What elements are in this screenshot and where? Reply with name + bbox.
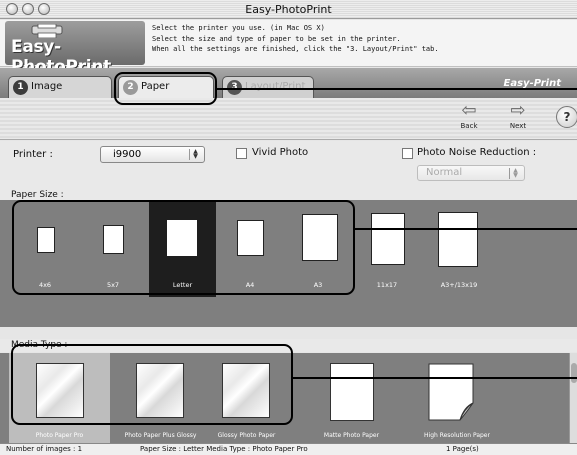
next-button[interactable]: ⇨ Next xyxy=(498,100,538,130)
back-label: Back xyxy=(460,122,478,130)
tab-number: 1 xyxy=(13,80,28,95)
app-window: Easy-PhotoPrint Easy-PhotoPrint Select t… xyxy=(0,0,577,455)
paper-sheet-icon xyxy=(438,212,478,267)
select-stepper-icon: ▲ ▼ xyxy=(189,149,201,160)
callout-paper-size xyxy=(12,200,355,295)
printer-label: Printer : xyxy=(13,149,53,160)
media-type-name: Matte Photo Paper xyxy=(323,432,380,439)
media-type-name: Glossy Photo Paper xyxy=(217,432,276,439)
noise-reduction-label: Photo Noise Reduction : xyxy=(417,147,537,158)
select-stepper-icon: ▲ ▼ xyxy=(509,168,521,179)
next-label: Next xyxy=(509,122,527,130)
vivid-photo-checkbox[interactable] xyxy=(236,148,247,159)
paper-size-name: 11x17 xyxy=(376,281,398,289)
instruction-line: Select the printer you use. (in Mac OS X… xyxy=(152,24,325,32)
media-type-item[interactable]: Matte Photo Paper xyxy=(301,353,402,443)
printer-settings: Printer : i9900 ▲ ▼ Vivid Photo Photo Noi… xyxy=(0,141,577,189)
tab-image-selection[interactable]: 1 Image Selection xyxy=(8,76,112,112)
arrow-left-icon: ⇦ xyxy=(461,100,477,121)
paper-sheet-icon xyxy=(371,213,405,265)
title-bar: Easy-PhotoPrint xyxy=(0,0,577,19)
scrollbar-thumb[interactable] xyxy=(571,363,577,383)
app-header: Easy-PhotoPrint Select the printer you u… xyxy=(0,20,577,77)
back-button[interactable]: ⇦ Back xyxy=(449,100,489,130)
media-type-name: High Resolution Paper xyxy=(424,432,490,439)
tab-label: Layout/Print xyxy=(245,81,306,92)
help-button[interactable]: ? xyxy=(556,106,577,128)
printer-logo-icon xyxy=(31,24,63,38)
instruction-line: Select the size and type of paper to be … xyxy=(152,34,401,43)
status-bar: Number of images : 1 Paper Size : Letter… xyxy=(0,443,577,455)
callout-leader-line xyxy=(293,377,577,379)
arrow-right-icon: ⇨ xyxy=(510,100,526,121)
curled-sheet-icon xyxy=(428,363,474,421)
paper-sheet-icon xyxy=(330,363,374,421)
status-paper-info: Paper Size : Letter Media Type : Photo P… xyxy=(140,445,308,453)
status-page-count: 1 Page(s) xyxy=(446,445,479,453)
media-type-item[interactable]: High Resolution Paper xyxy=(402,353,512,443)
window-title: Easy-PhotoPrint xyxy=(245,3,332,16)
instructions: Select the printer you use. (in Mac OS X… xyxy=(152,23,572,55)
callout-paper-tab xyxy=(114,72,217,105)
callout-leader-line xyxy=(355,228,577,230)
paper-size-item[interactable]: 11x17 xyxy=(361,200,413,297)
media-type-name: Photo Paper Pro xyxy=(35,432,84,439)
printer-value: i9900 xyxy=(113,149,142,160)
paper-size-item[interactable]: A3+/13x19 xyxy=(430,200,488,297)
tab-bar: 1 Image Selection 2 Paper Selection 3 La… xyxy=(0,68,577,112)
printer-select[interactable]: i9900 ▲ ▼ xyxy=(100,146,205,163)
nav-toolbar: ⇦ Back ⇨ Next ? xyxy=(0,98,577,140)
paper-size-name: A3+/13x19 xyxy=(440,281,478,289)
vivid-photo-label: Vivid Photo xyxy=(252,147,309,158)
instruction-line: When all the settings are finished, clic… xyxy=(152,45,439,53)
media-scrollbar[interactable] xyxy=(569,353,577,443)
callout-leader-line xyxy=(217,88,577,90)
app-logo: Easy-PhotoPrint xyxy=(5,21,145,77)
callout-media-type xyxy=(11,344,293,425)
noise-level-select[interactable]: Normal ▲ ▼ xyxy=(417,165,525,181)
noise-level-value: Normal xyxy=(426,167,463,178)
status-image-count: Number of images : 1 xyxy=(6,445,83,453)
noise-reduction-checkbox[interactable] xyxy=(402,148,413,159)
tab-layout-print[interactable]: 3 Layout/Print xyxy=(222,76,314,98)
